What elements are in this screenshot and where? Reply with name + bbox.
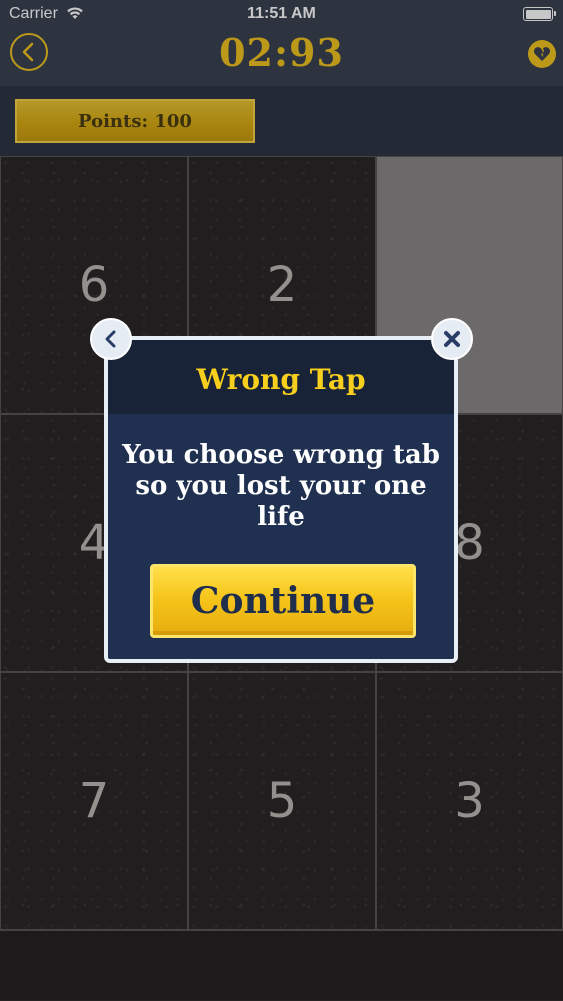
continue-button[interactable]: Continue — [150, 564, 416, 638]
close-icon — [444, 331, 460, 347]
dialog-back-button[interactable] — [90, 318, 132, 360]
dialog-message: You choose wrong tab so you lost your on… — [122, 440, 440, 532]
dialog-title: Wrong Tap — [108, 340, 454, 414]
chevron-left-icon — [105, 330, 116, 348]
dialog-close-button[interactable] — [431, 318, 473, 360]
wrong-tap-dialog: Wrong Tap You choose wrong tab so you lo… — [104, 336, 458, 663]
